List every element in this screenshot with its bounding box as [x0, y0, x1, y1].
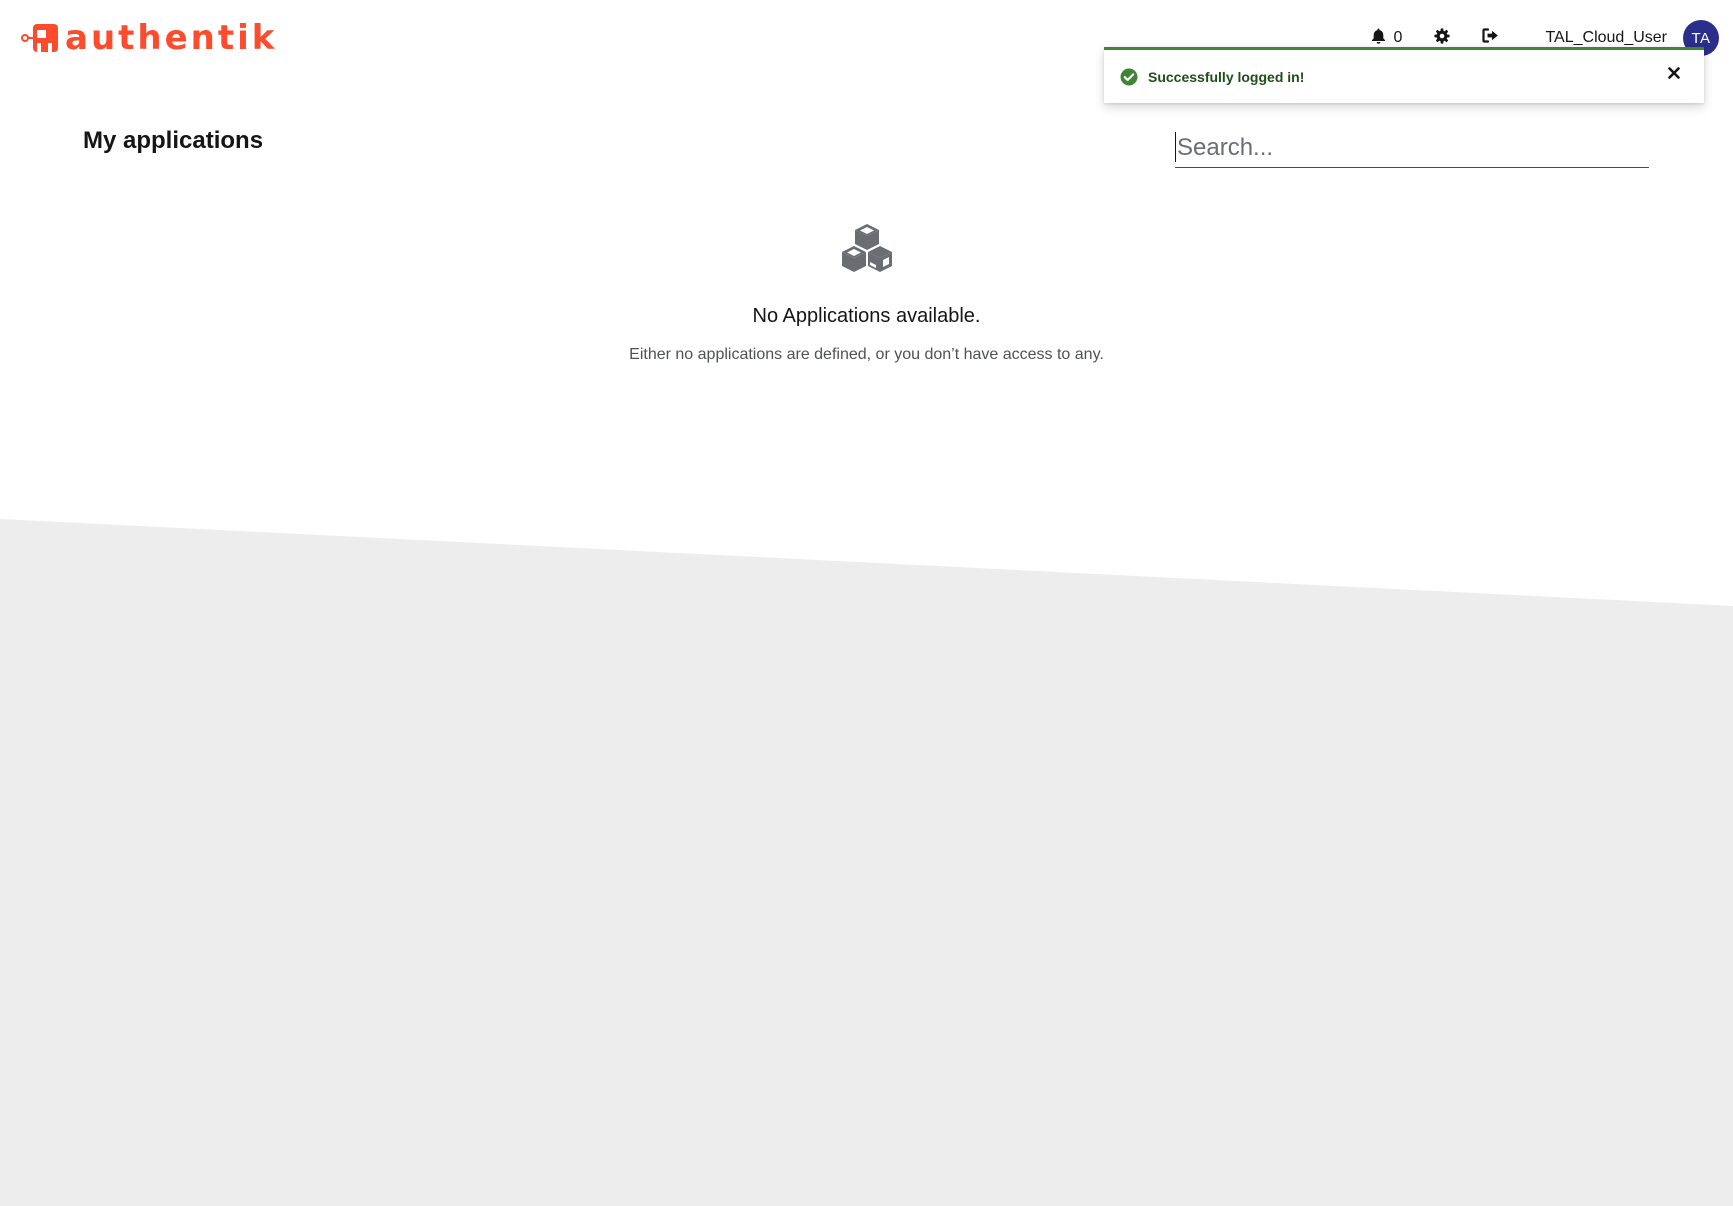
cubes-icon	[839, 222, 895, 274]
sign-out-icon	[1482, 28, 1499, 48]
library-page: authentik 0 TAL_Cloud_User TA Successful…	[0, 0, 1733, 1206]
empty-state-body: Either no applications are defined, or y…	[629, 346, 1104, 363]
empty-state: No Applications available. Either no app…	[0, 222, 1733, 364]
brand-wordmark: authentik	[65, 18, 278, 58]
text-cursor	[1175, 132, 1176, 162]
check-circle-icon	[1120, 68, 1138, 86]
empty-state-title: No Applications available.	[752, 305, 981, 327]
search-input[interactable]	[1175, 128, 1649, 168]
background-slant	[0, 519, 1733, 1206]
toast-message: Successfully logged in!	[1148, 68, 1305, 85]
notifications-button[interactable]: 0	[1371, 28, 1403, 49]
brand-logo[interactable]: authentik	[21, 20, 277, 56]
username-label: TAL_Cloud_User	[1545, 29, 1667, 46]
success-toast: Successfully logged in!	[1104, 47, 1704, 103]
logout-button[interactable]	[1482, 28, 1499, 48]
notifications-count: 0	[1393, 29, 1403, 46]
gear-icon	[1434, 27, 1451, 49]
close-icon	[1668, 66, 1680, 84]
page-title: My applications	[83, 127, 264, 154]
avatar-initials: TA	[1691, 29, 1711, 47]
settings-button[interactable]	[1434, 27, 1451, 49]
authentik-logo-icon	[21, 19, 61, 58]
toast-close-button[interactable]	[1664, 65, 1684, 85]
bell-icon	[1371, 28, 1386, 49]
